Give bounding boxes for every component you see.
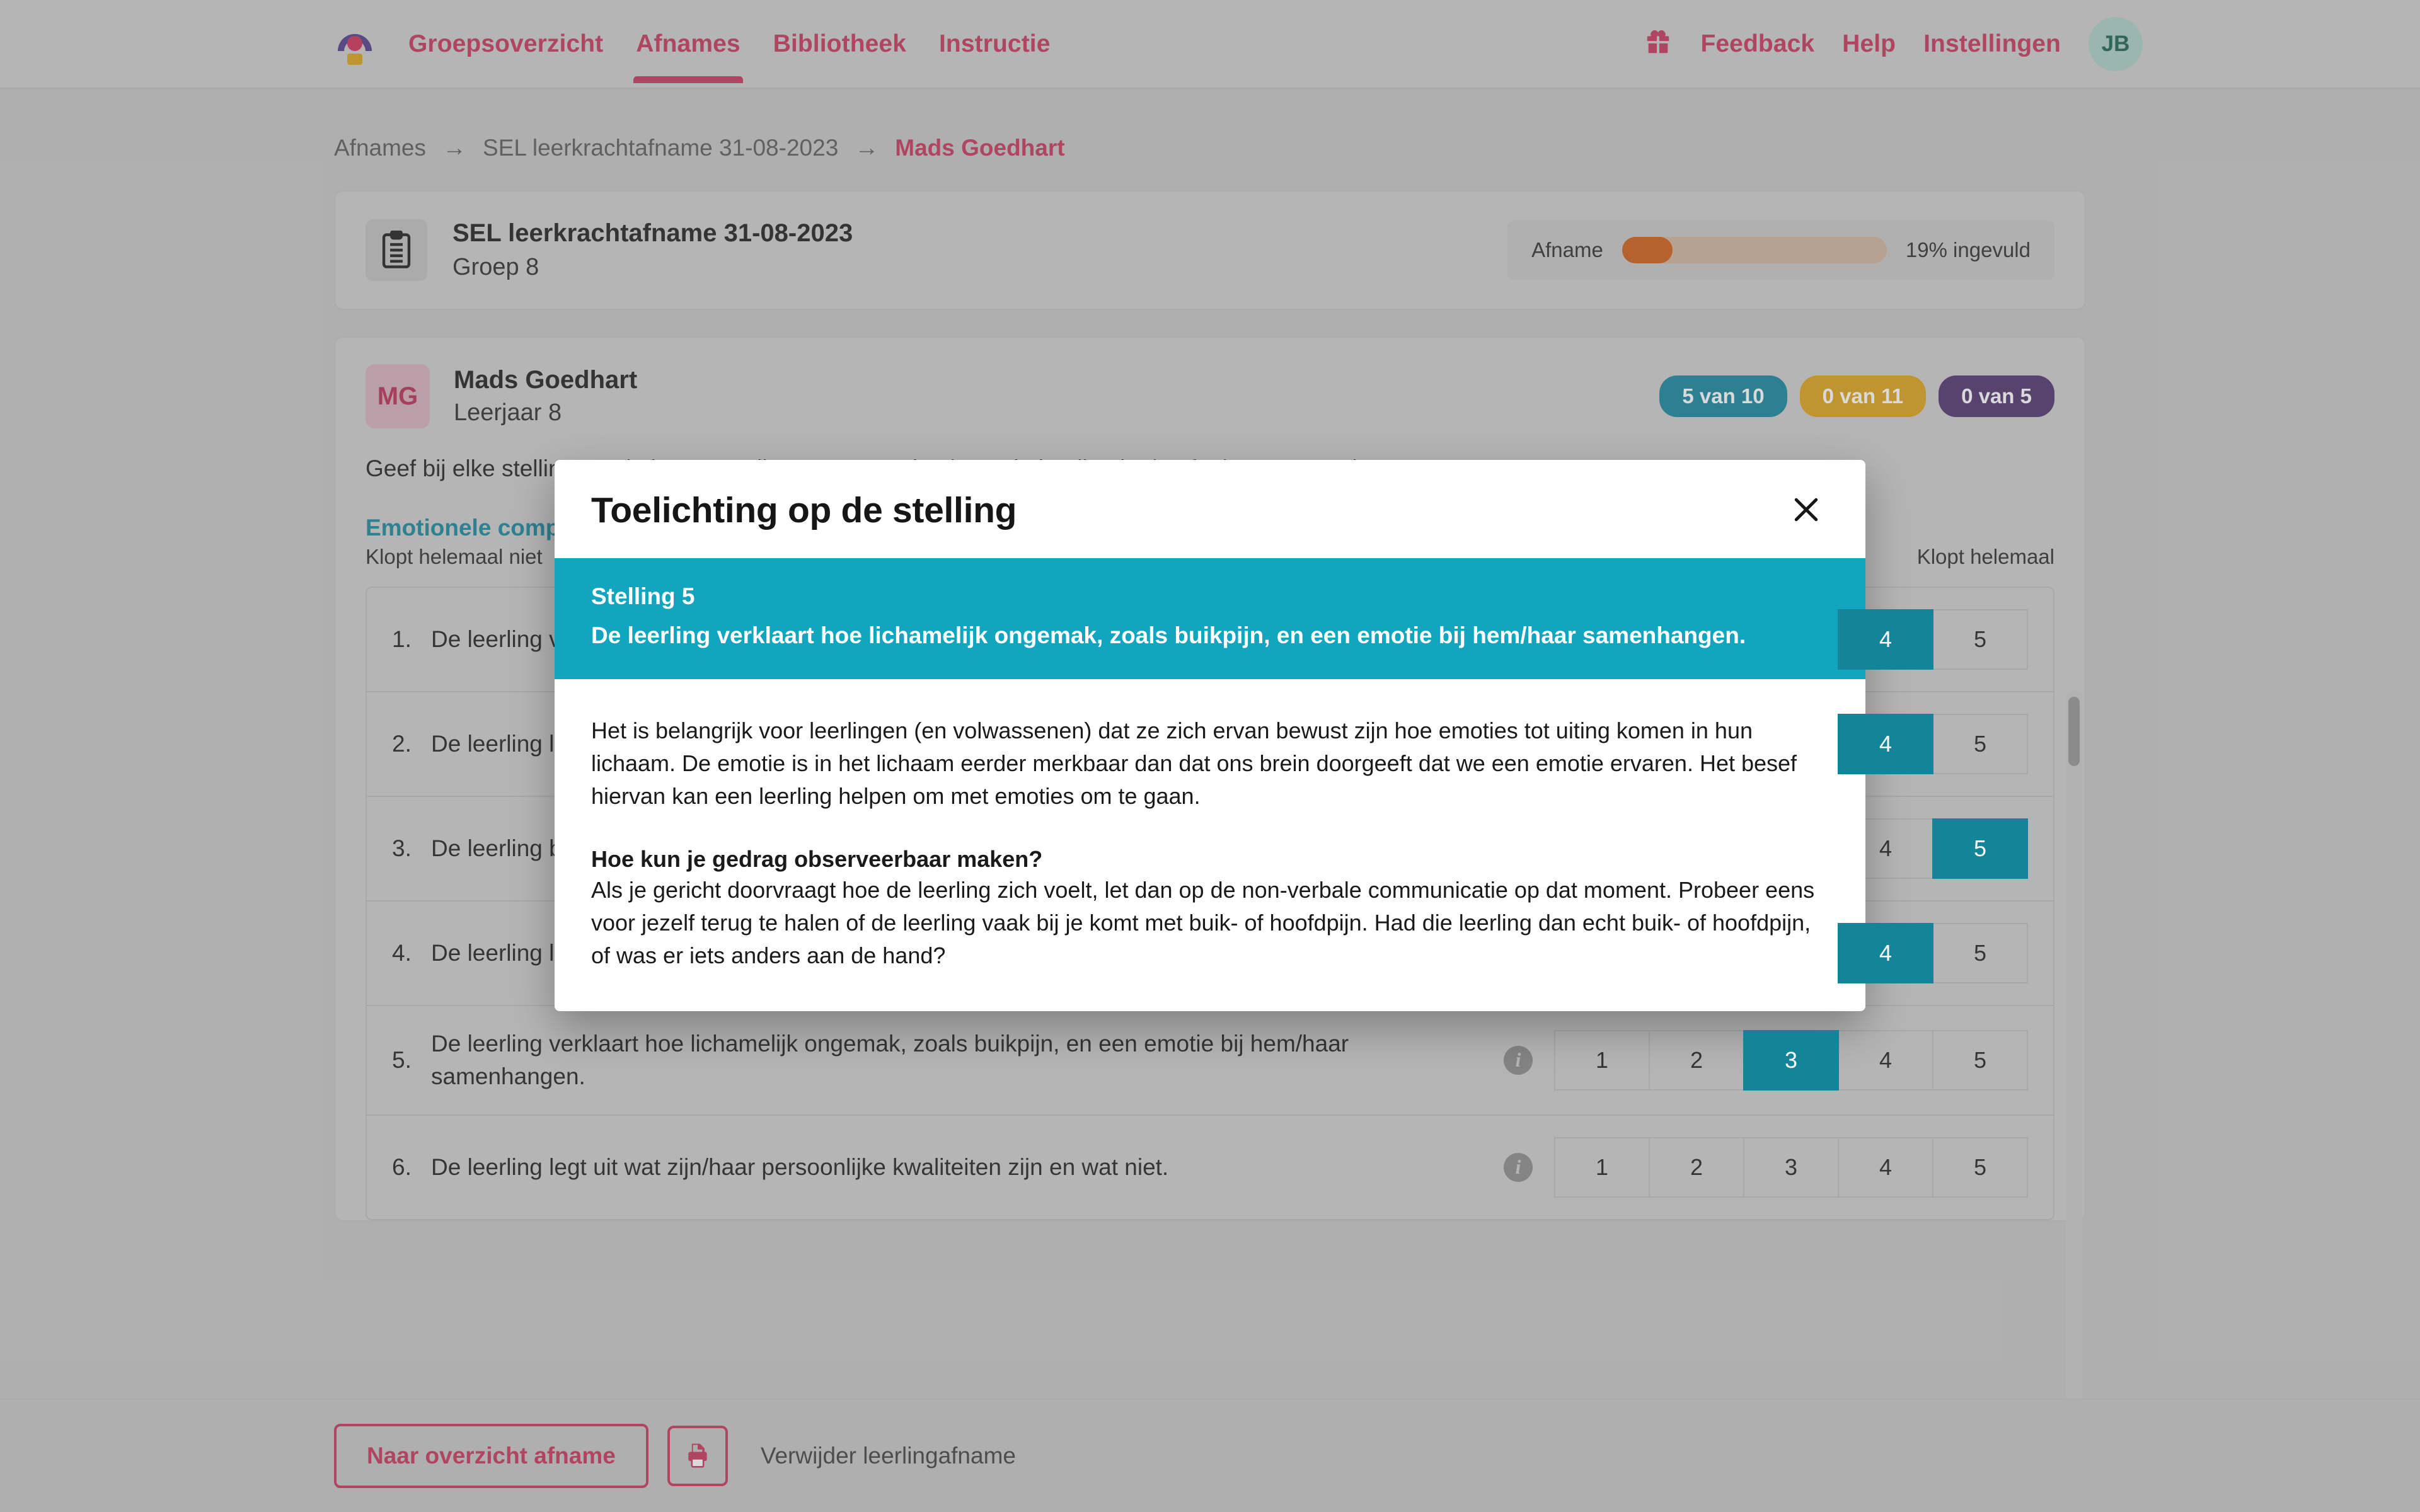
modal-close-button[interactable] — [1783, 488, 1829, 533]
modal-statement-banner: Stelling 5 De leerling verklaart hoe lic… — [555, 558, 1865, 679]
statement-explanation-modal: Toelichting op de stelling Stelling 5 De… — [555, 460, 1865, 1011]
banner-statement-number: Stelling 5 — [591, 583, 695, 609]
rating-option-4[interactable]: 4 — [1838, 923, 1933, 984]
rating-option-4[interactable]: 4 — [1838, 714, 1933, 775]
explanation-heading: Hoe kun je gedrag observeerbaar maken? — [591, 846, 1043, 873]
rating-option-3[interactable]: 3 — [1743, 1029, 1839, 1091]
modal-body: Het is belangrijk voor leerlingen (en vo… — [555, 679, 1865, 1011]
banner-statement-text: De leerling verklaart hoe lichamelijk on… — [591, 622, 1746, 648]
rating-option-4[interactable]: 4 — [1838, 609, 1933, 670]
explanation-paragraph-1: Het is belangrijk voor leerlingen (en vo… — [591, 717, 1797, 809]
modal-header: Toelichting op de stelling — [555, 460, 1865, 558]
modal-title: Toelichting op de stelling — [591, 490, 1017, 530]
explanation-paragraph-2: Als je gericht doorvraagt hoe de leerlin… — [591, 877, 1815, 969]
close-icon — [1789, 493, 1823, 529]
rating-option-5[interactable]: 5 — [1932, 818, 2028, 879]
